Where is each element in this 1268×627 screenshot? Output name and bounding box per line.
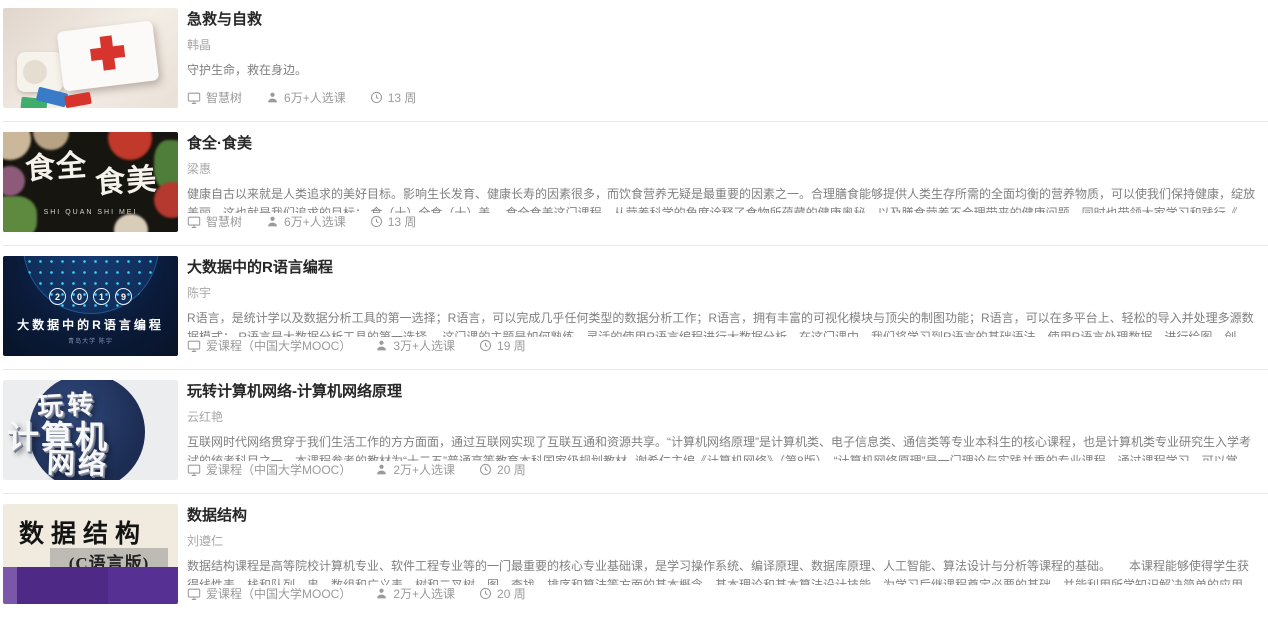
year-digit: 0 [71, 288, 88, 305]
course-meta: 智慧树 6万+人选课 13 周 [187, 89, 1268, 108]
course-title[interactable]: 大数据中的R语言编程 [187, 259, 1268, 277]
clock-icon [370, 215, 383, 228]
book-title: 数据结构 [19, 514, 147, 550]
garlic-graphic [114, 214, 148, 232]
thumbnail-word: 网络 [46, 441, 178, 480]
enrollment-label: 2万+人选课 [393, 461, 455, 478]
clock-icon [479, 587, 492, 600]
course-description: 健康自古以来就是人类追求的美好目标。影响生长发育、健康长寿的因素很多，而饮食营养… [187, 185, 1268, 213]
course-meta: 智慧树 6万+人选课 13 周 [187, 213, 1268, 232]
duration-item: 13 周 [370, 213, 417, 230]
platform-item: 爱课程（中国大学MOOC） [187, 585, 351, 602]
monitor-icon [187, 463, 201, 477]
course-title[interactable]: 急救与自救 [187, 11, 1268, 29]
monitor-icon [187, 339, 201, 353]
duration-item: 20 周 [479, 585, 526, 602]
person-icon [266, 215, 279, 228]
course-thumbnail-network[interactable]: 玩转 计算机 网络 [3, 380, 178, 480]
platform-label: 智慧树 [206, 89, 242, 106]
person-icon [375, 339, 388, 352]
book-cover-band [3, 567, 178, 604]
course-title[interactable]: 数据结构 [187, 507, 1268, 525]
enrollment-label: 6万+人选课 [284, 213, 346, 230]
duration-item: 13 周 [370, 89, 417, 106]
duration-item: 19 周 [479, 337, 526, 354]
platform-item: 智慧树 [187, 213, 242, 230]
course-title[interactable]: 玩转计算机网络-计算机网络原理 [187, 383, 1268, 401]
person-icon [375, 463, 388, 476]
monitor-icon [187, 91, 201, 105]
course-instructor: 陈宇 [187, 284, 1268, 301]
course-card[interactable]: 急救与自救 韩晶 守护生命，救在身边。 智慧树 6万+人选课 13 周 [3, 8, 1268, 122]
duration-label: 19 周 [497, 337, 526, 354]
course-meta: 爱课程（中国大学MOOC） 2万+人选课 20 周 [187, 461, 1268, 480]
platform-label: 爱课程（中国大学MOOC） [206, 337, 351, 354]
duration-label: 20 周 [497, 461, 526, 478]
course-list: 急救与自救 韩晶 守护生命，救在身边。 智慧树 6万+人选课 13 周 [0, 0, 1268, 617]
course-description: 互联网时代网络贯穿于我们生活工作的方方面面，通过互联网实现了互联互通和资源共享。… [187, 433, 1268, 461]
course-card[interactable]: 2 0 1 9 大数据中的R语言编程 青岛大学 陈宇 大数据中的R语言编程 陈宇… [3, 256, 1268, 370]
enrollment-item: 3万+人选课 [375, 337, 455, 354]
monitor-icon [187, 587, 201, 601]
duration-label: 13 周 [388, 213, 417, 230]
course-card[interactable]: 食全食美 SHI QUAN SHI MEI 食全·食美 梁惠 健康自古以来就是人… [3, 132, 1268, 246]
course-thumbnail-data-structure[interactable]: 数据结构 (C语言版) [3, 504, 178, 604]
first-aid-box-graphic [57, 20, 160, 91]
platform-item: 爱课程（中国大学MOOC） [187, 337, 351, 354]
year-badges: 2 0 1 9 [3, 288, 178, 305]
platform-label: 爱课程（中国大学MOOC） [206, 461, 351, 478]
enrollment-item: 6万+人选课 [266, 89, 346, 106]
clock-icon [479, 463, 492, 476]
thumbnail-title: 大数据中的R语言编程 [3, 316, 178, 333]
enrollment-item: 2万+人选课 [375, 461, 455, 478]
course-description: 守护生命，救在身边。 [187, 61, 1268, 80]
clock-icon [479, 339, 492, 352]
duration-item: 20 周 [479, 461, 526, 478]
platform-label: 智慧树 [206, 213, 242, 230]
enrollment-item: 2万+人选课 [375, 585, 455, 602]
course-description: 数据结构课程是高等院校计算机专业、软件工程专业等的一门最重要的核心专业基础课，是… [187, 557, 1268, 585]
year-digit: 2 [49, 288, 66, 305]
red-cross-icon [90, 45, 125, 61]
course-instructor: 梁惠 [187, 160, 1268, 177]
enrollment-label: 2万+人选课 [393, 585, 455, 602]
person-icon [375, 587, 388, 600]
platform-label: 爱课程（中国大学MOOC） [206, 585, 351, 602]
person-icon [266, 91, 279, 104]
course-instructor: 刘遵仁 [187, 532, 1268, 549]
course-title[interactable]: 食全·食美 [187, 135, 1268, 153]
thumbnail-caption: 青岛大学 陈宇 [3, 336, 178, 345]
duration-label: 20 周 [497, 585, 526, 602]
course-card[interactable]: 玩转 计算机 网络 玩转计算机网络-计算机网络原理 云红艳 互联网时代网络贯穿于… [3, 380, 1268, 494]
bandage-pack-graphic [64, 92, 92, 108]
course-instructor: 韩晶 [187, 36, 1268, 53]
enrollment-label: 3万+人选课 [393, 337, 455, 354]
year-digit: 1 [93, 288, 110, 305]
course-meta: 爱课程（中国大学MOOC） 2万+人选课 20 周 [187, 585, 1268, 604]
course-thumbnail-r-language[interactable]: 2 0 1 9 大数据中的R语言编程 青岛大学 陈宇 [3, 256, 178, 356]
year-digit: 9 [115, 288, 132, 305]
course-meta: 爱课程（中国大学MOOC） 3万+人选课 19 周 [187, 337, 1268, 356]
monitor-icon [187, 215, 201, 229]
thumbnail-caption: SHI QUAN SHI MEI [3, 209, 178, 216]
platform-item: 智慧树 [187, 89, 242, 106]
platform-item: 爱课程（中国大学MOOC） [187, 461, 351, 478]
enrollment-label: 6万+人选课 [284, 89, 346, 106]
thumbnail-title-calligraphy: 食全食美 [3, 146, 178, 190]
course-card[interactable]: 数据结构 (C语言版) 数据结构 刘遵仁 数据结构课程是高等院校计算机专业、软件… [3, 504, 1268, 617]
course-description: R语言，是统计学以及数据分析工具的第一选择；R语言，可以完成几乎任何类型的数据分… [187, 309, 1268, 337]
enrollment-item: 6万+人选课 [266, 213, 346, 230]
dotted-globe-graphic [23, 256, 159, 314]
course-instructor: 云红艳 [187, 408, 1268, 425]
course-thumbnail-food[interactable]: 食全食美 SHI QUAN SHI MEI [3, 132, 178, 232]
duration-label: 13 周 [388, 89, 417, 106]
clock-icon [370, 91, 383, 104]
course-thumbnail-first-aid[interactable] [3, 8, 178, 108]
